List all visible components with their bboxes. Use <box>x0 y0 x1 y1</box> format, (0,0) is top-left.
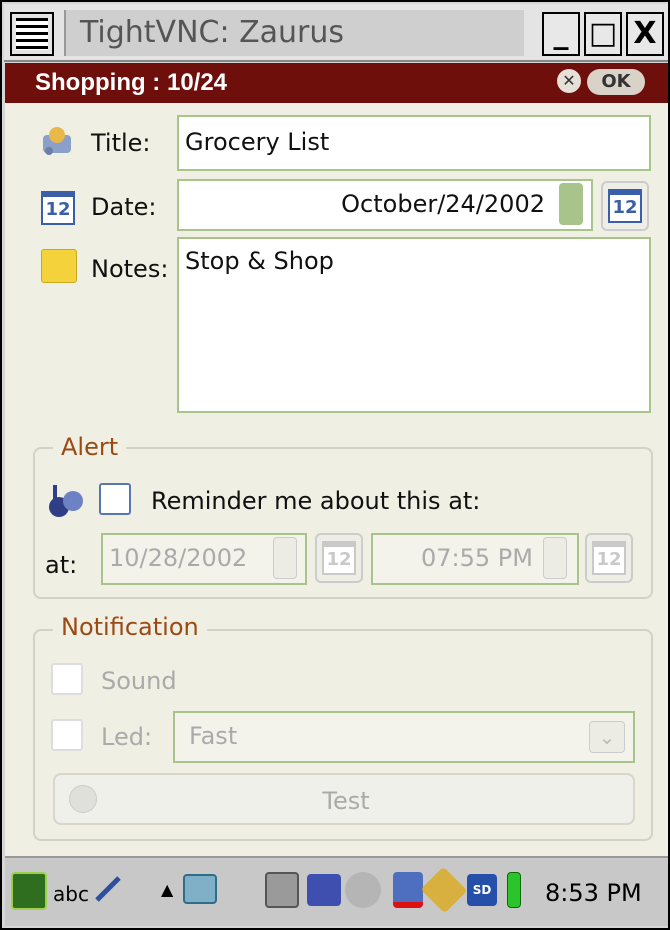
test-label: Test <box>322 787 370 815</box>
pen-icon[interactable] <box>93 874 123 904</box>
dialog-ok-button[interactable]: OK <box>587 69 645 95</box>
sound-checkbox[interactable] <box>51 663 83 695</box>
brush-icon[interactable] <box>307 874 341 906</box>
sd-card-icon[interactable]: SD <box>467 874 497 906</box>
calendar-icon: 12 <box>608 189 642 223</box>
launcher-icon[interactable] <box>11 872 47 910</box>
title-label: Title: <box>91 129 151 157</box>
notes-textarea[interactable]: Stop & Shop <box>177 237 651 413</box>
input-method-label[interactable]: abc <box>53 882 89 906</box>
battery-icon[interactable] <box>507 872 521 908</box>
notes-label: Notes: <box>91 255 169 283</box>
led-label: Led: <box>101 723 153 751</box>
chevron-down-icon[interactable]: ⌄ <box>589 721 625 753</box>
reminder-label: Reminder me about this at: <box>151 487 481 515</box>
dialog-cancel-button[interactable]: ✕ <box>557 69 581 93</box>
date-picker-button[interactable]: 12 <box>601 181 649 231</box>
date-label: Date: <box>91 193 157 221</box>
window-menu-icon[interactable] <box>10 12 54 56</box>
alert-time-spinner[interactable] <box>543 537 567 579</box>
reminder-checkbox[interactable] <box>99 483 131 515</box>
alert-date-spinner[interactable] <box>273 537 297 579</box>
volume-icon[interactable] <box>393 872 423 908</box>
alert-time-picker-button[interactable]: 12 <box>585 533 633 583</box>
app-dialog: Shopping : 10/24 ✕ OK Title: Grocery Lis… <box>5 63 668 856</box>
test-button[interactable]: Test <box>53 773 635 825</box>
notification-legend: Notification <box>53 613 207 641</box>
clipboard-icon[interactable] <box>265 872 299 908</box>
calendar-icon: 12 <box>592 541 626 575</box>
minimize-button[interactable]: _ <box>542 12 580 56</box>
gear-icon[interactable] <box>345 872 381 908</box>
alarm-icon <box>45 481 85 521</box>
led-select[interactable]: Fast <box>173 711 635 763</box>
title-input[interactable]: Grocery List <box>177 115 651 171</box>
title-icon <box>39 123 75 159</box>
keyboard-icon[interactable] <box>183 874 217 904</box>
at-label: at: <box>45 551 78 579</box>
maximize-button[interactable]: □ <box>584 12 622 56</box>
vnc-window: TightVNC: Zaurus _ □ X Shopping : 10/24 … <box>0 0 670 930</box>
date-calendar-icon: 12 <box>41 191 75 225</box>
window-titlebar[interactable]: TightVNC: Zaurus _ □ X <box>4 4 668 62</box>
network-icon[interactable] <box>420 866 468 914</box>
calendar-icon: 12 <box>322 541 356 575</box>
sound-label: Sound <box>101 667 177 695</box>
triangle-up-icon[interactable]: ▲ <box>161 880 173 899</box>
alert-date-picker-button[interactable]: 12 <box>315 533 363 583</box>
led-checkbox[interactable] <box>51 719 83 751</box>
dialog-title: Shopping : 10/24 <box>35 69 228 96</box>
notes-icon <box>41 249 77 283</box>
taskbar: abc ▲ SD 8:53 PM <box>5 856 668 926</box>
close-button[interactable]: X <box>626 12 664 56</box>
alert-legend: Alert <box>53 433 127 461</box>
date-field[interactable]: October/24/2002 <box>177 179 593 231</box>
window-title: TightVNC: Zaurus <box>64 10 524 56</box>
date-spinner[interactable] <box>559 183 583 225</box>
taskbar-clock: 8:53 PM <box>545 879 642 907</box>
app-header: Shopping : 10/24 ✕ OK <box>5 63 668 103</box>
